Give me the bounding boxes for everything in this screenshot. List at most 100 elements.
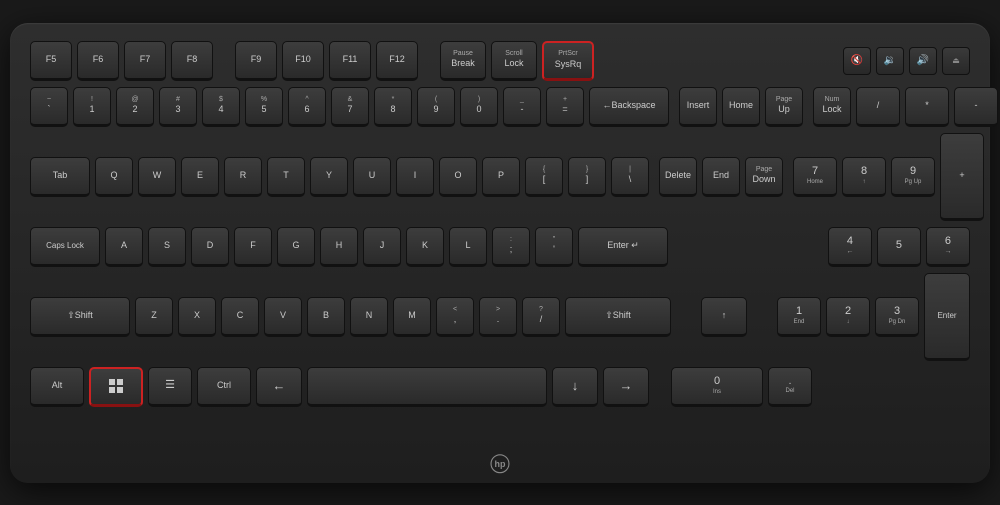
key-4[interactable]: $4 — [202, 87, 240, 127]
key-delete[interactable]: Delete — [659, 157, 697, 197]
key-shift-left[interactable]: ⇧Shift — [30, 297, 130, 337]
key-i[interactable]: I — [396, 157, 434, 197]
key-quote[interactable]: "' — [535, 227, 573, 267]
key-num2[interactable]: 2↓ — [826, 297, 870, 337]
key-insert[interactable]: Insert — [679, 87, 717, 127]
key-d[interactable]: D — [191, 227, 229, 267]
key-b[interactable]: B — [307, 297, 345, 337]
key-f6[interactable]: F6 — [77, 41, 119, 81]
key-num-plus[interactable]: + — [940, 133, 984, 221]
key-e[interactable]: E — [181, 157, 219, 197]
key-p[interactable]: P — [482, 157, 520, 197]
key-backslash[interactable]: |\ — [611, 157, 649, 197]
key-9[interactable]: (9 — [417, 87, 455, 127]
key-a[interactable]: A — [105, 227, 143, 267]
key-x[interactable]: X — [178, 297, 216, 337]
key-scroll-lock[interactable]: Scroll Lock — [491, 41, 537, 81]
key-f11[interactable]: F11 — [329, 41, 371, 81]
key-pagedown[interactable]: PageDown — [745, 157, 783, 197]
key-o[interactable]: O — [439, 157, 477, 197]
key-numlock[interactable]: NumLock — [813, 87, 851, 127]
key-q[interactable]: Q — [95, 157, 133, 197]
key-c[interactable]: C — [221, 297, 259, 337]
key-m[interactable]: M — [393, 297, 431, 337]
media-extra[interactable]: ⏏ — [942, 47, 970, 75]
key-pageup[interactable]: PageUp — [765, 87, 803, 127]
key-num3[interactable]: 3Pg Dn — [875, 297, 919, 337]
key-k[interactable]: K — [406, 227, 444, 267]
key-semicolon[interactable]: :; — [492, 227, 530, 267]
key-num9[interactable]: 9Pg Up — [891, 157, 935, 197]
key-comma[interactable]: <, — [436, 297, 474, 337]
key-tilde[interactable]: ~` — [30, 87, 68, 127]
key-num5[interactable]: 5 — [877, 227, 921, 267]
key-f[interactable]: F — [234, 227, 272, 267]
key-capslock[interactable]: Caps Lock — [30, 227, 100, 267]
key-enter[interactable]: Enter ↵ — [578, 227, 668, 267]
key-f9[interactable]: F9 — [235, 41, 277, 81]
key-n[interactable]: N — [350, 297, 388, 337]
key-num1[interactable]: 1End — [777, 297, 821, 337]
key-s[interactable]: S — [148, 227, 186, 267]
key-num-dot[interactable]: .Del — [768, 367, 812, 407]
key-u[interactable]: U — [353, 157, 391, 197]
media-vol-down[interactable]: 🔉 — [876, 47, 904, 75]
key-t[interactable]: T — [267, 157, 305, 197]
key-num6[interactable]: 6→ — [926, 227, 970, 267]
key-z[interactable]: Z — [135, 297, 173, 337]
key-h[interactable]: H — [320, 227, 358, 267]
key-windows[interactable] — [89, 367, 143, 407]
key-num7[interactable]: 7Home — [793, 157, 837, 197]
key-minus[interactable]: _- — [503, 87, 541, 127]
key-right-bracket[interactable]: }] — [568, 157, 606, 197]
key-f10[interactable]: F10 — [282, 41, 324, 81]
media-mute[interactable]: 🔇 — [843, 47, 871, 75]
key-print-screen[interactable]: PrtScr SysRq — [542, 41, 594, 81]
key-g[interactable]: G — [277, 227, 315, 267]
key-arrow-down[interactable]: ↓ — [552, 367, 598, 407]
key-r[interactable]: R — [224, 157, 262, 197]
key-slash[interactable]: ?/ — [522, 297, 560, 337]
key-w[interactable]: W — [138, 157, 176, 197]
key-l[interactable]: L — [449, 227, 487, 267]
key-2[interactable]: @2 — [116, 87, 154, 127]
media-vol-up[interactable]: 🔊 — [909, 47, 937, 75]
key-left-bracket[interactable]: {[ — [525, 157, 563, 197]
key-7[interactable]: &7 — [331, 87, 369, 127]
key-6[interactable]: ^6 — [288, 87, 326, 127]
key-num0[interactable]: 0Ins — [671, 367, 763, 407]
key-5[interactable]: %5 — [245, 87, 283, 127]
key-alt-left[interactable]: Alt — [30, 367, 84, 407]
key-arrow-up[interactable]: ↑ — [701, 297, 747, 337]
key-num-enter[interactable]: Enter — [924, 273, 970, 361]
key-home[interactable]: Home — [722, 87, 760, 127]
key-f5[interactable]: F5 — [30, 41, 72, 81]
key-backspace[interactable]: ←Backspace — [589, 87, 669, 127]
key-3[interactable]: #3 — [159, 87, 197, 127]
key-0[interactable]: )0 — [460, 87, 498, 127]
key-f12[interactable]: F12 — [376, 41, 418, 81]
key-num-asterisk[interactable]: * — [905, 87, 949, 127]
key-space[interactable] — [307, 367, 547, 407]
key-tab[interactable]: Tab — [30, 157, 90, 197]
key-num8[interactable]: 8↑ — [842, 157, 886, 197]
key-shift-right[interactable]: ⇧Shift — [565, 297, 671, 337]
key-num-slash[interactable]: / — [856, 87, 900, 127]
key-equals[interactable]: += — [546, 87, 584, 127]
key-arrow-right[interactable]: → — [603, 367, 649, 407]
key-1[interactable]: !1 — [73, 87, 111, 127]
key-j[interactable]: J — [363, 227, 401, 267]
key-ctrl-right[interactable]: Ctrl — [197, 367, 251, 407]
key-8[interactable]: *8 — [374, 87, 412, 127]
key-period[interactable]: >. — [479, 297, 517, 337]
key-num4[interactable]: 4← — [828, 227, 872, 267]
key-v[interactable]: V — [264, 297, 302, 337]
key-num-minus[interactable]: - — [954, 87, 998, 127]
key-end[interactable]: End — [702, 157, 740, 197]
key-y[interactable]: Y — [310, 157, 348, 197]
key-f8[interactable]: F8 — [171, 41, 213, 81]
key-arrow-left[interactable]: ← — [256, 367, 302, 407]
key-menu[interactable]: ☰ — [148, 367, 192, 407]
key-pause-break[interactable]: Pause Break — [440, 41, 486, 81]
key-f7[interactable]: F7 — [124, 41, 166, 81]
